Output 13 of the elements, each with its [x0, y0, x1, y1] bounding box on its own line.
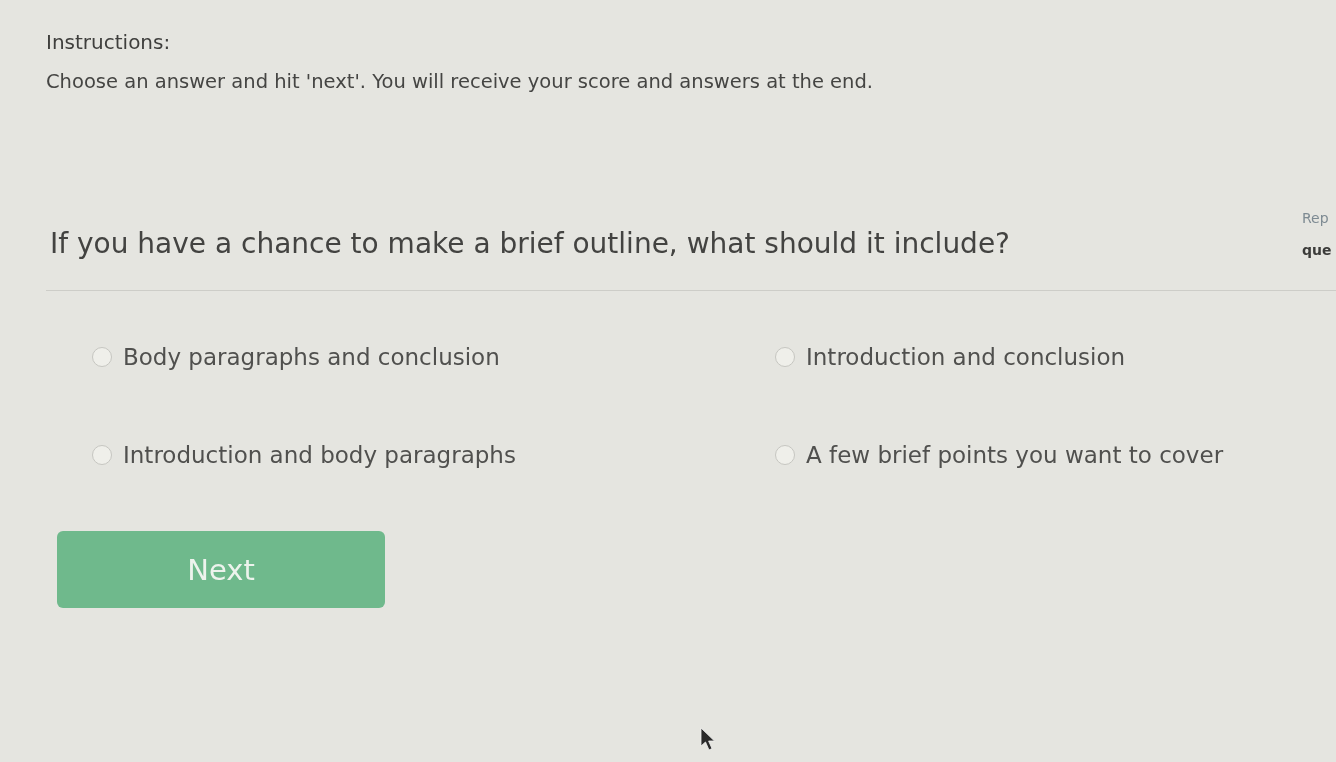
answer-option[interactable]: A few brief points you want to cover	[806, 441, 1224, 469]
answer-option[interactable]: Introduction and conclusion	[806, 343, 1126, 371]
radio-button[interactable]	[92, 445, 112, 465]
truncated-label: que	[1302, 241, 1332, 259]
mouse-pointer-icon	[700, 727, 716, 751]
instructions-text: Choose an answer and hit 'next'. You will receive your score and answers at the end.	[46, 69, 874, 94]
radio-button[interactable]	[775, 445, 795, 465]
answer-option[interactable]: Introduction and body paragraphs	[123, 441, 516, 469]
radio-button[interactable]	[775, 347, 795, 367]
radio-button[interactable]	[92, 347, 112, 367]
question-text: If you have a chance to make a brief outline, what should it include?	[50, 226, 1011, 262]
instructions-heading: Instructions:	[46, 30, 171, 55]
answer-option[interactable]: Body paragraphs and conclusion	[123, 343, 500, 371]
